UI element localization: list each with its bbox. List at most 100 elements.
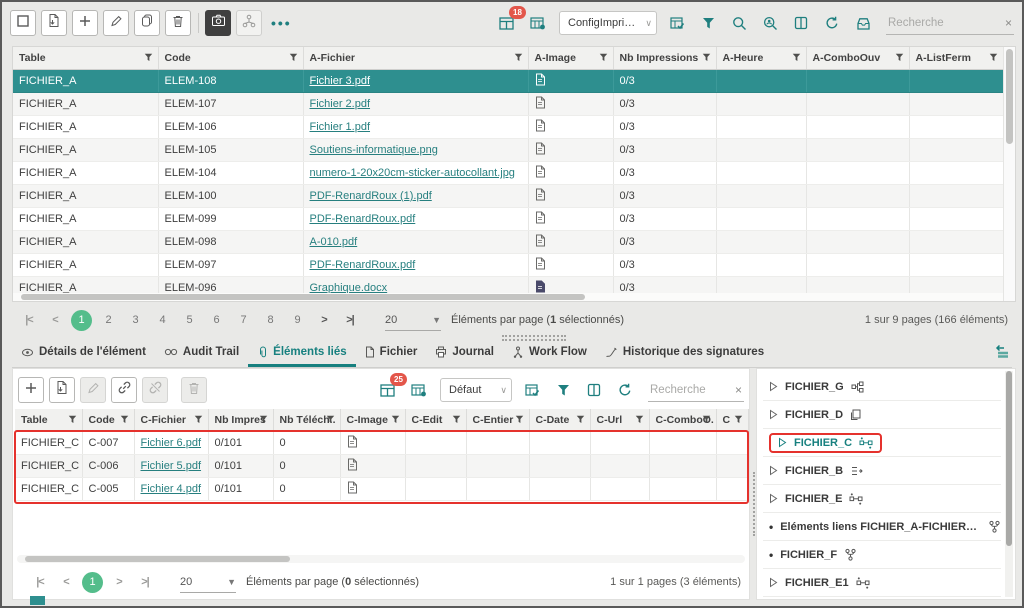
filter-funnel-icon[interactable] bbox=[194, 415, 203, 424]
page-button-3[interactable]: 3 bbox=[125, 310, 146, 331]
filter-funnel-icon[interactable] bbox=[792, 53, 801, 62]
view-select[interactable]: Défaut ∨ bbox=[440, 378, 512, 402]
sidebar-item[interactable]: FICHIER_G bbox=[763, 373, 1001, 401]
table-row[interactable]: FICHIER_AELEM-099PDF-RenardRoux.pdf0/3 bbox=[13, 208, 1003, 231]
tab-eye[interactable]: Détails de l'élément bbox=[12, 340, 155, 367]
file-link[interactable]: Fichier 3.pdf bbox=[310, 75, 371, 87]
column-header[interactable]: C-ComboO. bbox=[649, 409, 716, 432]
sidebar-item[interactable]: FICHIER_E bbox=[763, 485, 1001, 513]
grid-settings-button[interactable] bbox=[527, 12, 549, 34]
table-row[interactable]: FICHIER_AELEM-097PDF-RenardRoux.pdf0/3 bbox=[13, 254, 1003, 277]
table-row[interactable]: FICHIER_CC-007Fichier 6.pdf0/1010 bbox=[15, 432, 748, 455]
hierarchy-button[interactable] bbox=[236, 10, 262, 36]
file-link[interactable]: Fichier 6.pdf bbox=[141, 437, 202, 449]
column-header[interactable]: Code bbox=[158, 47, 303, 70]
tab-file[interactable]: Fichier bbox=[356, 340, 427, 367]
filter-funnel-icon[interactable] bbox=[576, 415, 585, 424]
column-header[interactable]: Table bbox=[15, 409, 82, 432]
filter-funnel-icon[interactable] bbox=[895, 53, 904, 62]
views-grid-button[interactable]: 18 bbox=[496, 12, 518, 34]
sidebar-item[interactable]: FICHIER_D bbox=[763, 401, 1001, 429]
table-row[interactable]: FICHIER_CC-005Fichier 4.pdf0/1010 bbox=[15, 478, 748, 501]
column-header[interactable]: A-Fichier bbox=[303, 47, 528, 70]
column-header[interactable]: A-Heure bbox=[716, 47, 806, 70]
scrollbar-thumb[interactable] bbox=[25, 556, 290, 562]
columns-button[interactable] bbox=[790, 12, 812, 34]
sidebar-item[interactable]: FICHIER_E1 bbox=[763, 569, 1001, 597]
clear-search-icon[interactable]: × bbox=[999, 16, 1014, 30]
filter-funnel-icon[interactable] bbox=[702, 53, 711, 62]
filter-funnel-icon[interactable] bbox=[702, 415, 711, 424]
filter-funnel-icon[interactable] bbox=[326, 415, 335, 424]
new-document-button[interactable] bbox=[41, 10, 67, 36]
search-input[interactable] bbox=[648, 383, 729, 397]
prev-page-button[interactable]: < bbox=[42, 314, 68, 326]
tab-printer[interactable]: Journal bbox=[426, 340, 503, 367]
column-header[interactable]: C-Edit bbox=[405, 409, 466, 432]
filter-funnel-icon[interactable] bbox=[635, 415, 644, 424]
file-link[interactable]: A-010.pdf bbox=[310, 236, 358, 248]
columns-button[interactable] bbox=[583, 379, 605, 401]
search-user-button[interactable] bbox=[759, 12, 781, 34]
add-button[interactable] bbox=[72, 10, 98, 36]
table-row[interactable]: FICHIER_AELEM-106Fichier 1.pdf0/3 bbox=[13, 116, 1003, 139]
new-document-button[interactable] bbox=[49, 377, 75, 403]
refresh-button[interactable] bbox=[614, 379, 636, 401]
next-page-button[interactable]: > bbox=[311, 314, 337, 326]
table-row[interactable]: FICHIER_AELEM-108Fichier 3.pdf0/3 bbox=[13, 70, 1003, 93]
filter-funnel-icon[interactable] bbox=[514, 53, 523, 62]
tab-audit[interactable]: Audit Trail bbox=[155, 340, 248, 367]
sidebar-item[interactable]: •Eléments liens FICHIER_A-FICHIER_E1 bbox=[763, 513, 1001, 541]
table-row[interactable]: FICHIER_AELEM-098A-010.pdf0/3 bbox=[13, 231, 1003, 254]
first-page-button[interactable]: |< bbox=[16, 314, 42, 326]
column-header[interactable]: C bbox=[716, 409, 748, 432]
table-row[interactable]: FICHIER_CC-006Fichier 5.pdf0/1010 bbox=[15, 455, 748, 478]
filter-funnel-icon[interactable] bbox=[515, 415, 524, 424]
last-page-button[interactable]: >| bbox=[132, 576, 158, 588]
column-header[interactable]: A-Image bbox=[528, 47, 613, 70]
view-select[interactable]: ConfigImprime... ∨ bbox=[559, 11, 657, 35]
page-button-1[interactable]: 1 bbox=[71, 310, 92, 331]
expand-arrow-icon[interactable] bbox=[778, 437, 787, 448]
page-button-9[interactable]: 9 bbox=[287, 310, 308, 331]
filter-button[interactable] bbox=[697, 12, 719, 34]
column-header[interactable]: Nb Impres bbox=[208, 409, 273, 432]
tab-paperclip[interactable]: Éléments liés bbox=[248, 340, 356, 367]
archive-button[interactable] bbox=[852, 12, 874, 34]
column-header[interactable]: C-Image bbox=[340, 409, 405, 432]
snapshot-button[interactable] bbox=[205, 10, 231, 36]
edit-button[interactable] bbox=[103, 10, 129, 36]
filter-funnel-icon[interactable] bbox=[144, 53, 153, 62]
file-link[interactable]: Soutiens-informatique.png bbox=[310, 144, 438, 156]
scrollbar-thumb[interactable] bbox=[21, 294, 585, 300]
scrollbar-thumb[interactable] bbox=[1006, 49, 1013, 144]
column-header[interactable]: C-Url bbox=[590, 409, 649, 432]
filter-button[interactable] bbox=[552, 379, 574, 401]
filter-funnel-icon[interactable] bbox=[452, 415, 461, 424]
file-link[interactable]: Fichier 4.pdf bbox=[141, 483, 202, 495]
page-button-8[interactable]: 8 bbox=[260, 310, 281, 331]
filter-funnel-icon[interactable] bbox=[734, 415, 743, 424]
page-button-1[interactable]: 1 bbox=[82, 572, 103, 593]
expand-arrow-icon[interactable] bbox=[769, 409, 778, 420]
prev-page-button[interactable]: < bbox=[53, 576, 79, 588]
expand-arrow-icon[interactable] bbox=[769, 577, 778, 588]
first-page-button[interactable]: |< bbox=[27, 576, 53, 588]
add-link-button[interactable] bbox=[18, 377, 44, 403]
next-page-button[interactable]: > bbox=[106, 576, 132, 588]
splitter-handle[interactable] bbox=[502, 333, 566, 339]
column-header[interactable]: Nb Impressions bbox=[613, 47, 716, 70]
table-check-button[interactable] bbox=[521, 379, 543, 401]
link-button[interactable] bbox=[111, 377, 137, 403]
filter-funnel-icon[interactable] bbox=[259, 415, 268, 424]
file-link[interactable]: Fichier 1.pdf bbox=[310, 121, 371, 133]
table-row[interactable]: FICHIER_AELEM-100PDF-RenardRoux (1).pdf0… bbox=[13, 185, 1003, 208]
last-page-button[interactable]: >| bbox=[337, 314, 363, 326]
expand-arrow-icon[interactable] bbox=[769, 381, 778, 392]
column-header[interactable]: C-Entier bbox=[466, 409, 529, 432]
table-check-button[interactable] bbox=[666, 12, 688, 34]
copy-button[interactable] bbox=[134, 10, 160, 36]
table-row[interactable]: FICHIER_AELEM-107Fichier 2.pdf0/3 bbox=[13, 93, 1003, 116]
file-link[interactable]: PDF-RenardRoux.pdf bbox=[310, 259, 416, 271]
grid-settings-button[interactable] bbox=[408, 379, 430, 401]
